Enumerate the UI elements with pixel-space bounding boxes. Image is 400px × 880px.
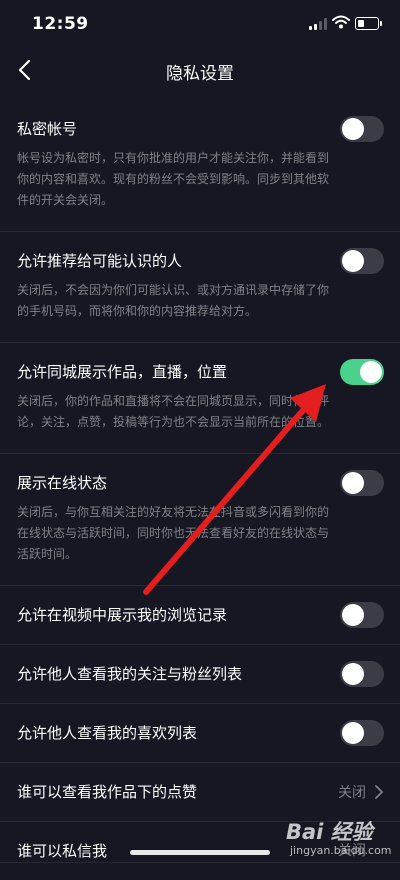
setting-title: 允许他人查看我的喜欢列表 bbox=[17, 724, 198, 742]
local-display-toggle[interactable] bbox=[340, 359, 384, 385]
setting-likes-list: 允许他人查看我的喜欢列表 bbox=[0, 704, 400, 763]
setting-title: 私密帐号 bbox=[17, 120, 78, 138]
browsing-history-toggle[interactable] bbox=[340, 602, 384, 628]
likes-list-toggle[interactable] bbox=[340, 720, 384, 746]
watermark-logo: Bai 经验 jingyan.baidu.com bbox=[284, 808, 394, 860]
wifi-icon bbox=[332, 15, 350, 29]
setting-description: 关闭后，不会因为你们可能认识、或对方通讯录中存储了你的手机号码，而将你和你的内容… bbox=[17, 283, 330, 318]
setting-browsing-history: 允许在视频中展示我的浏览记录 bbox=[0, 586, 400, 645]
cellular-signal-icon bbox=[309, 18, 329, 30]
follow-list-toggle[interactable] bbox=[340, 661, 384, 687]
status-bar: 12:59 bbox=[0, 0, 400, 48]
setting-title: 允许在视频中展示我的浏览记录 bbox=[17, 606, 228, 624]
setting-online-status: 展示在线状态 关闭后，与你互相关注的好友将无法在抖音或多闪看到你的在线状态与活跃… bbox=[0, 454, 400, 586]
private-account-toggle[interactable] bbox=[340, 116, 384, 142]
home-indicator bbox=[130, 850, 270, 855]
setting-value: 关闭 bbox=[338, 785, 366, 801]
setting-private-account: 私密帐号 帐号设为私密时，只有你批准的用户才能关注你，并能看到你的内容和喜欢。现… bbox=[0, 100, 400, 232]
chevron-right-icon bbox=[375, 785, 383, 799]
recommend-toggle[interactable] bbox=[340, 248, 384, 274]
setting-title: 谁可以私信我 bbox=[17, 842, 108, 860]
watermark-text: Bai 经验 bbox=[286, 820, 373, 844]
setting-description: 关闭后，你的作品和直播将不会在同城页显示，同时你的评论，关注，点赞，投稿等行为也… bbox=[17, 394, 330, 429]
setting-title: 谁可以查看我作品下的点赞 bbox=[17, 783, 198, 801]
page-title: 隐私设置 bbox=[166, 64, 234, 84]
setting-description: 关闭后，与你互相关注的好友将无法在抖音或多闪看到你的在线状态与活跃时间，同时你也… bbox=[17, 505, 330, 561]
online-status-toggle[interactable] bbox=[340, 470, 384, 496]
setting-title: 允许他人查看我的关注与粉丝列表 bbox=[17, 665, 243, 683]
setting-description: 帐号设为私密时，只有你批准的用户才能关注你，并能看到你的内容和喜欢。现有的粉丝不… bbox=[17, 151, 330, 207]
watermark-url: jingyan.baidu.com bbox=[290, 844, 392, 857]
battery-icon bbox=[355, 17, 382, 30]
setting-title: 允许推荐给可能认识的人 bbox=[17, 252, 183, 270]
nav-bar: 隐私设置 bbox=[0, 48, 400, 92]
setting-follow-list: 允许他人查看我的关注与粉丝列表 bbox=[0, 645, 400, 704]
settings-list: 私密帐号 帐号设为私密时，只有你批准的用户才能关注你，并能看到你的内容和喜欢。现… bbox=[0, 100, 400, 863]
setting-local-display: 允许同城展示作品，直播，位置 关闭后，你的作品和直播将不会在同城页显示，同时你的… bbox=[0, 343, 400, 454]
status-time: 12:59 bbox=[32, 14, 89, 34]
setting-title: 展示在线状态 bbox=[17, 474, 108, 492]
setting-title: 允许同城展示作品，直播，位置 bbox=[17, 363, 228, 381]
setting-recommend-to-acquaintances: 允许推荐给可能认识的人 关闭后，不会因为你们可能认识、或对方通讯录中存储了你的手… bbox=[0, 232, 400, 343]
